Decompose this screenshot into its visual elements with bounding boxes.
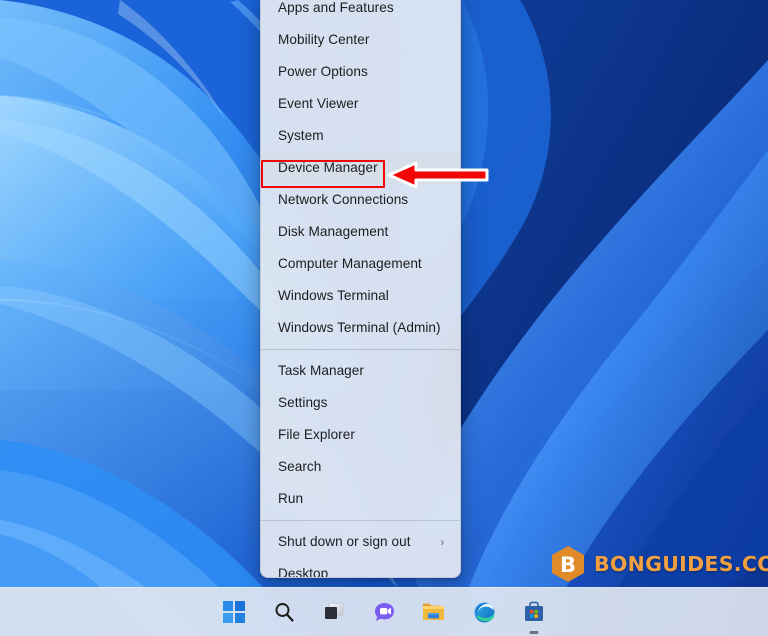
menu-item-label: Disk Management: [278, 224, 389, 239]
menu-item-computer-management[interactable]: Computer Management: [261, 248, 460, 280]
menu-item-label: Device Manager: [278, 160, 378, 175]
chevron-right-icon: ›: [440, 535, 444, 549]
menu-item-shut-down-or-sign-out[interactable]: Shut down or sign out ›: [261, 526, 460, 558]
menu-item-label: Mobility Center: [278, 32, 370, 47]
edge-button[interactable]: [469, 597, 499, 627]
menu-item-device-manager[interactable]: Device Manager: [261, 152, 460, 184]
menu-item-mobility-center[interactable]: Mobility Center: [261, 24, 460, 56]
menu-item-run[interactable]: Run: [261, 483, 460, 515]
search-icon: [275, 603, 294, 622]
taskbar[interactable]: [0, 587, 768, 636]
menu-item-event-viewer[interactable]: Event Viewer: [261, 88, 460, 120]
task-view-button[interactable]: [319, 597, 349, 627]
menu-item-task-manager[interactable]: Task Manager: [261, 355, 460, 387]
menu-group: Task Manager Settings File Explorer Search R…: [261, 355, 460, 515]
menu-item-label: Apps and Features: [278, 0, 394, 15]
task-view-icon: [325, 602, 344, 619]
menu-item-power-options[interactable]: Power Options: [261, 56, 460, 88]
edge-icon: [474, 602, 494, 622]
windows-logo-icon: [223, 601, 245, 623]
menu-item-label: Computer Management: [278, 256, 422, 271]
menu-item-label: Run: [278, 491, 304, 506]
microsoft-store-icon: [525, 601, 543, 621]
menu-item-label: System: [278, 128, 324, 143]
menu-item-file-explorer[interactable]: File Explorer: [261, 419, 460, 451]
menu-item-label: Shut down or sign out: [278, 534, 411, 549]
menu-separator: [261, 349, 460, 350]
menu-item-label: Search: [278, 459, 322, 474]
menu-item-search[interactable]: Search: [261, 451, 460, 483]
menu-item-apps-and-features[interactable]: Apps and Features: [261, 0, 460, 24]
menu-item-disk-management[interactable]: Disk Management: [261, 216, 460, 248]
menu-item-label: Event Viewer: [278, 96, 359, 111]
desktop-screen: Apps and Features Mobility Center Power Op…: [0, 0, 768, 636]
menu-item-label: Desktop: [278, 566, 329, 578]
start-button[interactable]: [219, 597, 249, 627]
file-explorer-button[interactable]: [419, 597, 449, 627]
store-button[interactable]: [519, 597, 549, 634]
menu-item-label: Task Manager: [278, 363, 364, 378]
menu-item-label: Settings: [278, 395, 328, 410]
taskbar-icon-row: [0, 588, 768, 636]
menu-item-label: Windows Terminal: [278, 288, 389, 303]
menu-item-label: Power Options: [278, 64, 368, 79]
chat-icon: [374, 602, 394, 621]
menu-group: Apps and Features Mobility Center Power Op…: [261, 0, 460, 344]
menu-item-system[interactable]: System: [261, 120, 460, 152]
menu-item-settings[interactable]: Settings: [261, 387, 460, 419]
menu-item-label: Windows Terminal (Admin): [278, 320, 441, 335]
file-explorer-icon: [423, 603, 444, 620]
menu-item-windows-terminal[interactable]: Windows Terminal: [261, 280, 460, 312]
menu-group: Shut down or sign out › Desktop: [261, 526, 460, 578]
menu-item-label: Network Connections: [278, 192, 409, 207]
running-indicator: [529, 631, 539, 634]
menu-item-windows-terminal-admin[interactable]: Windows Terminal (Admin): [261, 312, 460, 344]
search-button[interactable]: [269, 597, 299, 627]
win-x-quick-link-menu[interactable]: Apps and Features Mobility Center Power Op…: [260, 0, 461, 578]
chat-button[interactable]: [369, 597, 399, 627]
menu-item-network-connections[interactable]: Network Connections: [261, 184, 460, 216]
menu-item-label: File Explorer: [278, 427, 355, 442]
menu-separator: [261, 520, 460, 521]
menu-item-desktop[interactable]: Desktop: [261, 558, 460, 578]
